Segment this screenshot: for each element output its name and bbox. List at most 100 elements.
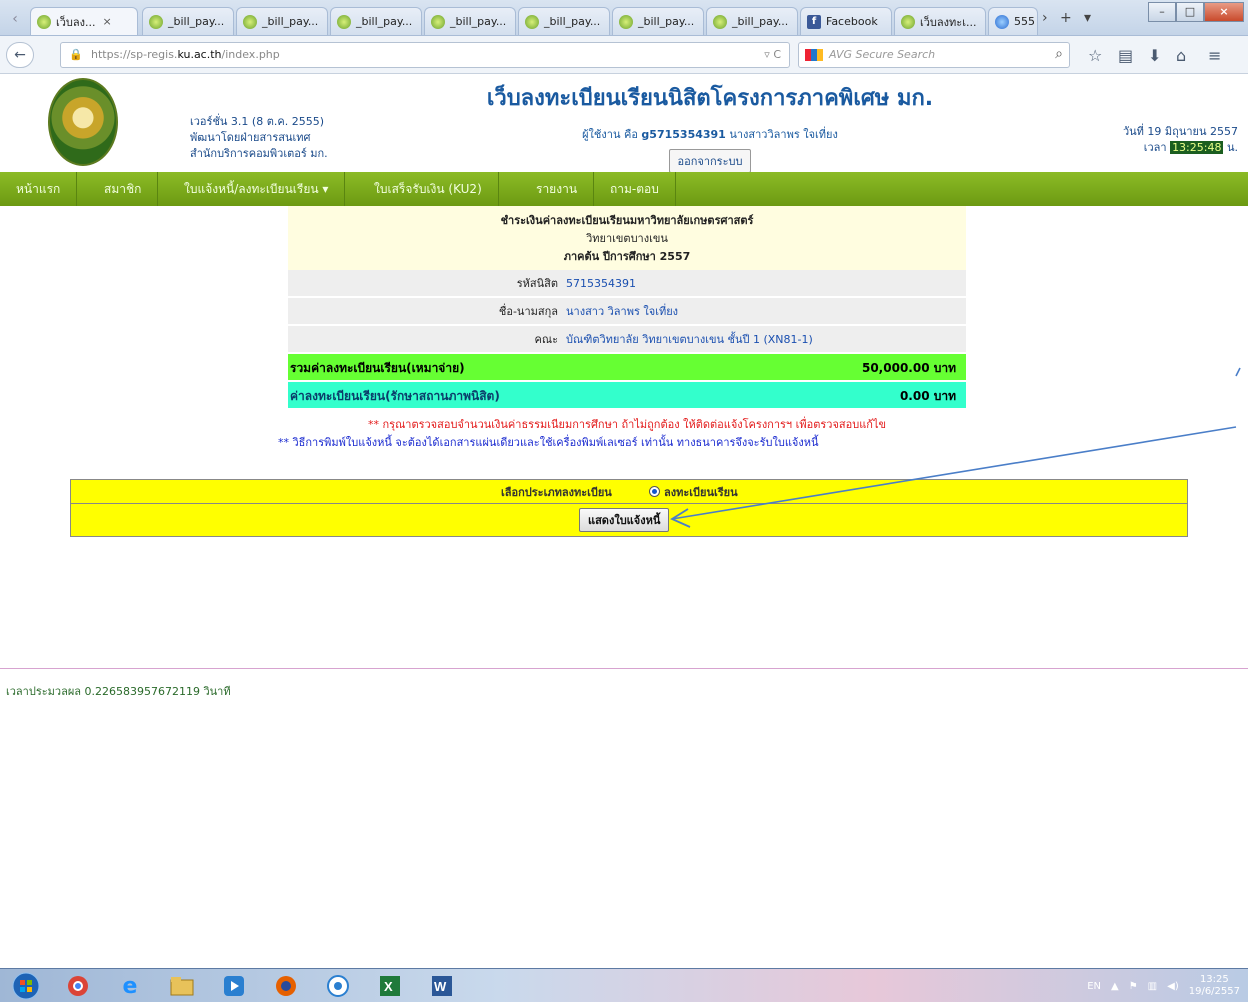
time-suffix: น.: [1226, 141, 1238, 154]
time-prefix: เวลา: [1143, 141, 1167, 154]
fee-check-note: ** กรุณาตรวจสอบจำนวนเงินค่าธรรมเนียมการศ…: [368, 418, 886, 431]
browser-tab[interactable]: _bill_pay...: [518, 7, 610, 35]
main-menu: หน้าแรก สมาชิก ใบแจ้งหนี้/ลงทะเบียนเรียน…: [0, 172, 1248, 206]
volume-icon[interactable]: ◀): [1167, 981, 1179, 992]
browser-tab[interactable]: _bill_pay...: [612, 7, 704, 35]
language-indicator[interactable]: EN: [1087, 981, 1101, 992]
back-arrow-icon[interactable]: ←: [6, 42, 34, 68]
tab-title: _bill_pay...: [262, 15, 319, 28]
tab-title: 555: [1014, 15, 1035, 28]
file-explorer-icon[interactable]: [160, 971, 204, 1001]
menu-faq[interactable]: ถาม-ตอบ: [594, 172, 676, 206]
flag-icon[interactable]: ⚑: [1129, 981, 1138, 992]
browser-tab[interactable]: เว็บลงทะเ...: [894, 7, 986, 35]
payment-heading: ชำระเงินค่าลงทะเบียนเรียนมหาวิทยาลัยเกษต…: [288, 206, 966, 270]
browser-tab[interactable]: _bill_pay...: [236, 7, 328, 35]
tab-close-icon[interactable]: ×: [103, 15, 112, 28]
row-label: รหัสนิสิต: [516, 277, 558, 290]
download-icon[interactable]: ⬇: [1148, 46, 1161, 65]
start-button[interactable]: [4, 971, 48, 1001]
browser-tab[interactable]: _bill_pay...: [330, 7, 422, 35]
reading-list-icon[interactable]: ▤: [1118, 46, 1133, 65]
media-player-icon[interactable]: [212, 971, 256, 1001]
internet-explorer-icon[interactable]: e: [108, 971, 152, 1001]
menu-home[interactable]: หน้าแรก: [0, 172, 78, 206]
site-header: เวอร์ชั่น 3.1 (8 ต.ค. 2555) พัฒนาโดยฝ่าย…: [0, 74, 1248, 173]
tab-title: _bill_pay...: [450, 15, 507, 28]
site-favicon-icon: [901, 14, 915, 29]
taskbar-clock[interactable]: 13:25 19/6/2557: [1189, 974, 1240, 998]
tab-title: เว็บลง...: [56, 15, 96, 29]
site-favicon-icon: [713, 14, 727, 29]
tab-scroll-right-icon[interactable]: ›: [1042, 10, 1048, 26]
current-user: ผู้ใช้งาน คือ g5715354391 นางสาววิลาพร ใ…: [360, 125, 1060, 143]
campus-text: วิทยาเขตบางเขน: [586, 232, 668, 245]
total-fee-row: รวมค่าลงทะเบียนเรียน(เหมาจ่าย) 50,000.00…: [288, 354, 966, 382]
registration-option[interactable]: ลงทะเบียนเรียน: [649, 483, 738, 501]
address-bar[interactable]: 🔒 https://sp-regis.ku.ac.th/index.php ▿ …: [60, 42, 790, 68]
logout-button[interactable]: ออกจากระบบ: [668, 149, 752, 173]
site-favicon-icon: [149, 14, 163, 29]
tab-title: Facebook: [826, 15, 878, 28]
search-box[interactable]: AVG Secure Search ⌕: [798, 42, 1070, 68]
registration-option-label: ลงทะเบียนเรียน: [664, 485, 738, 499]
menu-invoice-registration[interactable]: ใบแจ้งหนี้/ลงทะเบียนเรียน ▾: [168, 172, 346, 206]
reload-icon[interactable]: ▿ C: [764, 48, 781, 61]
tab-title: _bill_pay...: [544, 15, 601, 28]
tab-title: _bill_pay...: [732, 15, 789, 28]
site-favicon-icon: [243, 14, 257, 29]
office-text: สำนักบริการคอมพิวเตอร์ มก.: [190, 147, 328, 160]
network-status-icon[interactable]: ▥: [1148, 981, 1157, 992]
footer-divider: [0, 668, 1248, 669]
taskbar-date: 19/6/2557: [1188, 986, 1240, 997]
site-favicon-icon: [431, 14, 445, 29]
browser-tab[interactable]: เว็บลง... ×: [30, 7, 138, 35]
tab-title: _bill_pay...: [168, 15, 225, 28]
facebook-icon: f: [807, 14, 821, 29]
browser-tab[interactable]: _bill_pay...: [142, 7, 234, 35]
browser-tab[interactable]: _bill_pay...: [424, 7, 516, 35]
home-icon[interactable]: ⌂: [1176, 46, 1186, 65]
search-icon[interactable]: ⌕: [1055, 46, 1063, 62]
registration-type-form: เลือกประเภทลงทะเบียน ลงทะเบียนเรียน แสดง…: [70, 479, 1188, 537]
processing-time: เวลาประมวลผล 0.226583957672119 วินาที: [6, 685, 231, 698]
registration-radio[interactable]: [649, 486, 660, 497]
tab-list-icon[interactable]: ▾: [1084, 10, 1091, 26]
menu-receipt[interactable]: ใบเสร็จรับเงิน (KU2): [358, 172, 499, 206]
network-icon[interactable]: [316, 971, 360, 1001]
tab-scroll-left-icon[interactable]: ‹: [4, 8, 26, 30]
browser-tab[interactable]: _bill_pay...: [706, 7, 798, 35]
excel-icon[interactable]: X: [368, 971, 412, 1001]
student-name-row: ชื่อ-นามสกุล นางสาว วิลาพร ใจเที่ยง: [288, 298, 966, 326]
firefox-icon[interactable]: [264, 971, 308, 1001]
minimize-button[interactable]: –: [1148, 2, 1176, 22]
menu-icon[interactable]: ≡: [1208, 46, 1221, 65]
registration-type-row: เลือกประเภทลงทะเบียน ลงทะเบียนเรียน: [71, 480, 1187, 504]
globe-icon: [995, 14, 1009, 29]
show-hidden-icons-icon[interactable]: ▲: [1111, 981, 1119, 992]
svg-text:W: W: [434, 979, 447, 994]
tab-title: เว็บลงทะเ...: [920, 15, 977, 29]
student-id-row: รหัสนิสิต 5715354391: [288, 270, 966, 298]
avg-logo-icon: [805, 49, 823, 61]
menu-member[interactable]: สมาชิก: [88, 172, 159, 206]
taskbar-time: 13:25: [1199, 974, 1229, 985]
lock-icon: 🔒: [69, 48, 83, 61]
word-icon[interactable]: W: [420, 971, 464, 1001]
bookmark-star-icon[interactable]: ☆: [1088, 46, 1102, 65]
window-close-button[interactable]: ×: [1204, 2, 1244, 22]
chrome-icon[interactable]: [56, 971, 100, 1001]
site-favicon-icon: [37, 14, 51, 29]
new-tab-icon[interactable]: +: [1060, 10, 1072, 26]
menu-report[interactable]: รายงาน: [520, 172, 595, 206]
maximize-button[interactable]: □: [1176, 2, 1204, 22]
system-tray: EN ▲ ⚑ ▥ ◀) 13:25 19/6/2557: [1087, 969, 1240, 1002]
svg-text:X: X: [384, 979, 393, 994]
show-invoice-button[interactable]: แสดงใบแจ้งหนี้: [579, 508, 670, 532]
payment-panel: ชำระเงินค่าลงทะเบียนเรียนมหาวิทยาลัยเกษต…: [278, 206, 966, 452]
date-text: วันที่ 19 มิถุนายน 2557: [1122, 125, 1238, 138]
browser-tab[interactable]: f Facebook: [800, 7, 892, 35]
user-prefix: ผู้ใช้งาน คือ: [582, 128, 638, 141]
version-text: เวอร์ชั่น 3.1 (8 ต.ค. 2555): [190, 115, 324, 128]
browser-tab[interactable]: 555: [988, 7, 1038, 35]
